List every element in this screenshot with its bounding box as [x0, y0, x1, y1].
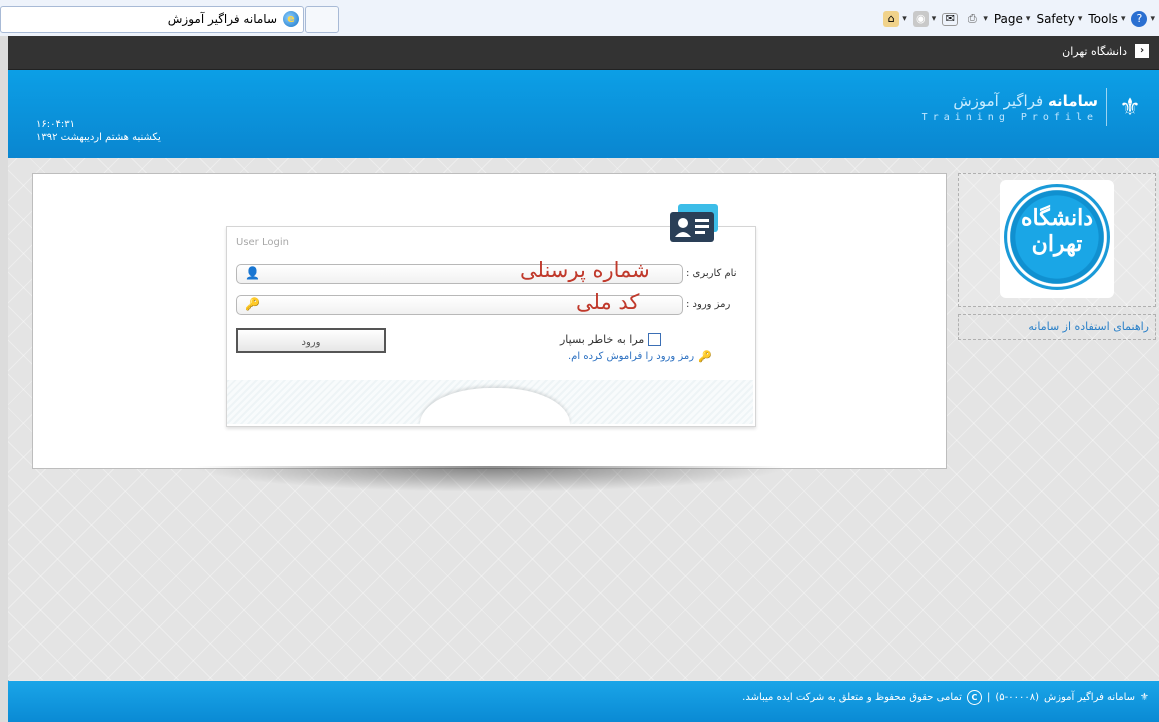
key-icon: 🔑 [698, 350, 712, 363]
chevron-down-icon: ▾ [1077, 14, 1083, 24]
footer-rights: تمامی حقوق محفوظ و متعلق به شرکت ایده می… [742, 692, 962, 703]
guide-link-label: راهنمای استفاده از سامانه [1028, 320, 1149, 333]
clock: ۱۶:۰۴:۳۱ [36, 119, 75, 130]
help-icon: ? [1131, 11, 1148, 27]
logo-icon: ⚜ [1119, 93, 1141, 121]
brand-subtitle: Training Profile [921, 111, 1098, 123]
brand-text: سامانه فراگیر آموزش Training Profile [922, 92, 1098, 123]
chevron-down-icon: ▾ [983, 14, 988, 24]
guide-link[interactable]: راهنمای استفاده از سامانه [958, 314, 1156, 340]
rss-icon: ◉ [912, 11, 929, 27]
login-button[interactable]: ورود [236, 328, 386, 353]
feeds-button[interactable]: ◉ ▾ [912, 11, 937, 27]
chevron-down-icon: ▾ [931, 14, 937, 24]
username-label: نام کاربری : [686, 268, 737, 279]
forgot-password-link[interactable]: 🔑 رمز ورود را فراموش کرده ام. [568, 350, 712, 363]
key-icon: 🔑 [245, 297, 260, 311]
emblem-text: دانشگاه تهران [1020, 205, 1094, 257]
copyright-icon: C [966, 690, 982, 705]
chevron-down-icon: ▾ [1025, 14, 1031, 24]
safety-menu-label: Safety [1036, 12, 1075, 26]
footer-text: ⚜ سامانه فراگیر آموزش (۵-۰۰۰۰۸) | C تمام… [742, 690, 1149, 705]
date: یکشنبه هشتم اردیبهشت ۱۳۹۲ [36, 132, 161, 143]
brand-title-bold: سامانه [1047, 91, 1098, 110]
logo-icon: ⚜ [1140, 692, 1149, 703]
login-title: User Login [236, 237, 289, 248]
safety-menu[interactable]: Safety ▾ [1036, 12, 1082, 26]
printer-icon: ⎙ [967, 12, 977, 25]
help-button[interactable]: ? ▾ [1131, 11, 1155, 27]
top-bar [8, 36, 1159, 70]
university-link[interactable]: ‹ دانشگاه تهران [1062, 44, 1149, 58]
chevron-down-icon: ▾ [1120, 14, 1126, 24]
brand[interactable]: ⚜ سامانه فراگیر آموزش Training Profile [922, 88, 1145, 126]
remember-me[interactable]: مرا به خاطر بسپار [560, 333, 662, 346]
forgot-password-label: رمز ورود را فراموش کرده ام. [568, 351, 695, 362]
university-link-label: دانشگاه تهران [1062, 44, 1127, 58]
mail-button[interactable]: ✉ [942, 12, 959, 26]
arrow-icon: ‹ [1135, 44, 1149, 58]
chevron-down-icon: ▾ [902, 14, 907, 24]
username-hint: شماره پرسنلی [520, 258, 650, 282]
print-button[interactable]: ⎙ ▾ [964, 11, 988, 27]
brand-title: سامانه فراگیر آموزش [922, 92, 1098, 110]
page-menu[interactable]: Page ▾ [994, 12, 1031, 26]
user-icon: 👤 [245, 266, 260, 280]
footer-version: (۵-۰۰۰۰۸) [995, 692, 1039, 703]
footer-divider: | [986, 692, 991, 703]
password-hint: کد ملی [576, 290, 640, 314]
password-label: رمز ورود : [686, 299, 731, 310]
footer-system-name: سامانه فراگیر آموزش [1043, 692, 1136, 703]
remember-checkbox[interactable] [648, 333, 662, 346]
tab-title: سامانه فراگیر آموزش [167, 12, 277, 26]
ie-icon: e [283, 11, 299, 27]
brand-divider [1106, 88, 1107, 126]
mail-icon: ✉ [942, 12, 959, 26]
tools-menu[interactable]: Tools ▾ [1088, 12, 1125, 26]
panel-shadow [190, 466, 790, 492]
home-icon: ⌂ [883, 11, 900, 27]
page-menu-label: Page [993, 12, 1023, 26]
chevron-down-icon: ▾ [1150, 14, 1155, 24]
browser-tab[interactable]: e سامانه فراگیر آموزش [0, 6, 304, 33]
new-tab-button[interactable] [305, 6, 339, 33]
brand-title-rest: فراگیر آموزش [953, 91, 1048, 110]
command-bar: ⌂ ▾ ◉ ▾ ✉ ⎙ ▾ Page ▾ Safety ▾ Tools ▾ ? ▾ [883, 8, 1159, 30]
remember-label: مرا به خاطر بسپار [560, 333, 645, 346]
home-button[interactable]: ⌂ ▾ [883, 11, 907, 27]
tools-menu-label: Tools [1088, 12, 1118, 26]
id-card-icon [670, 204, 718, 242]
